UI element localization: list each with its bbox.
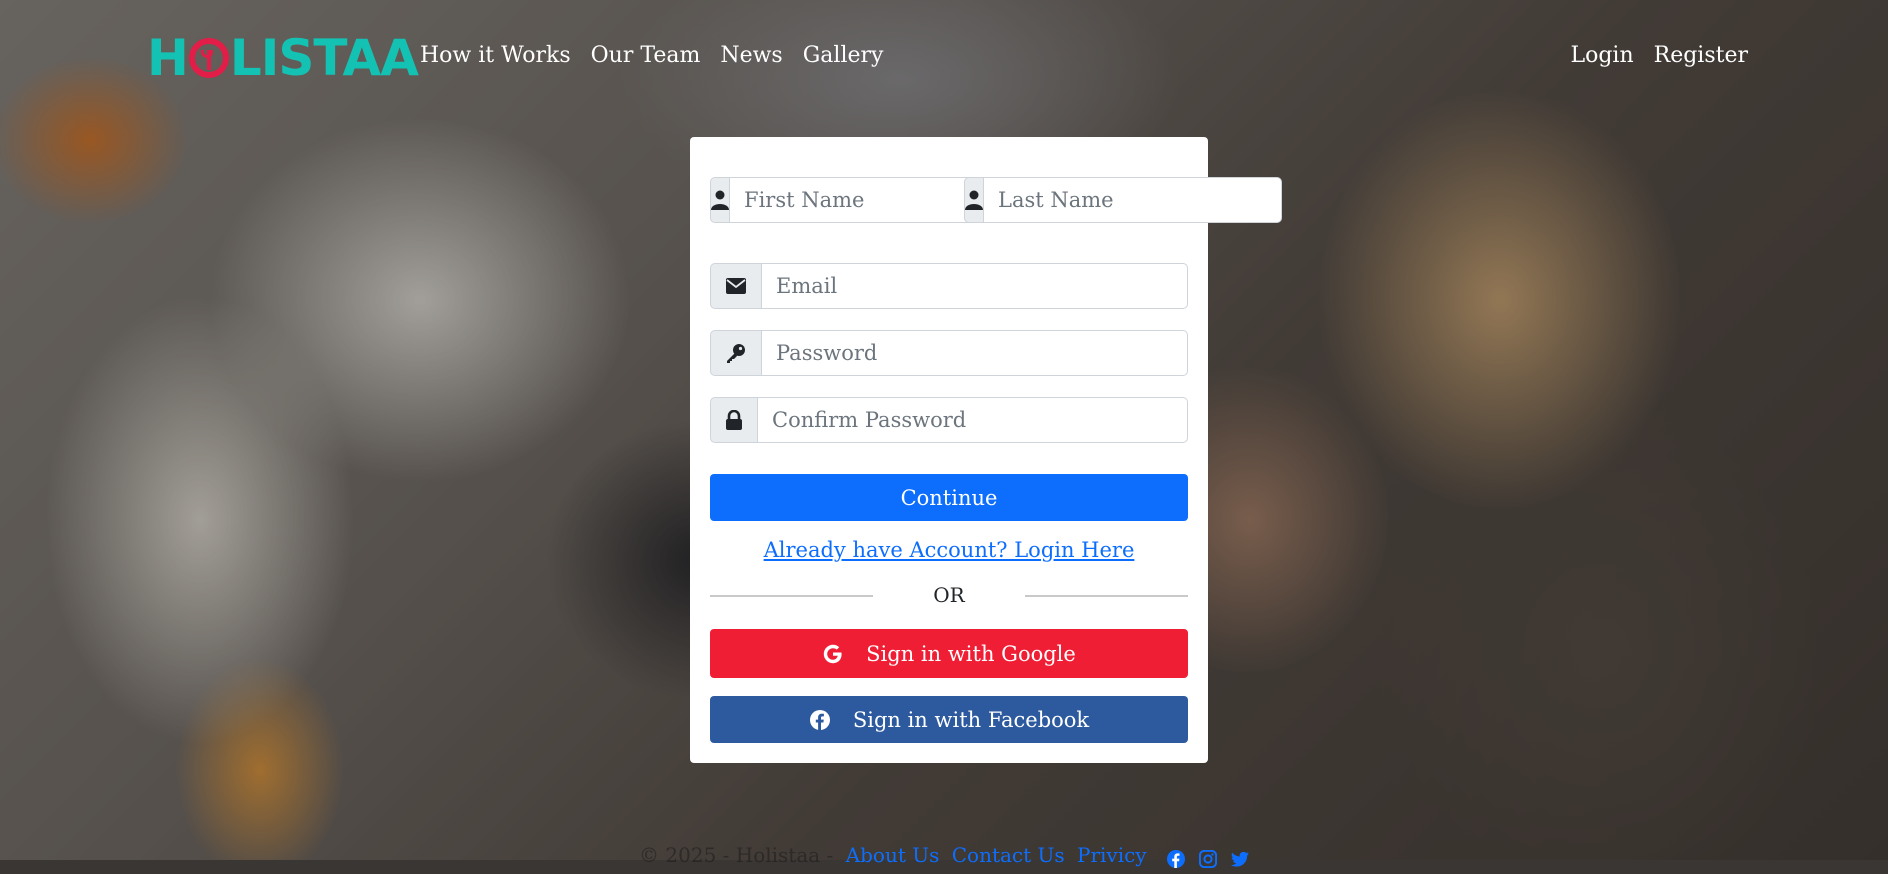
nav-register[interactable]: Register xyxy=(1644,40,1748,72)
footer-privacy[interactable]: Privicy xyxy=(1077,843,1147,867)
nav-links: How it Works Our Team News Gallery xyxy=(420,40,893,72)
nav-gallery[interactable]: Gallery xyxy=(793,40,894,72)
footer-about-us[interactable]: About Us xyxy=(846,843,940,867)
password-input[interactable] xyxy=(762,330,1188,376)
email-group xyxy=(710,263,1188,309)
continue-button[interactable]: Continue xyxy=(710,474,1188,521)
last-name-group xyxy=(964,177,1282,223)
facebook-signin-button[interactable]: Sign in with Facebook xyxy=(710,696,1188,743)
register-card: Continue Already have Account? Login Her… xyxy=(690,137,1282,763)
footer-contact-us[interactable]: Contact Us xyxy=(952,843,1065,867)
login-here-link[interactable]: Already have Account? Login Here xyxy=(690,535,1208,565)
nav-auth-links: Login Register xyxy=(1560,40,1748,72)
nav-how-it-works[interactable]: How it Works xyxy=(420,40,581,72)
nav-login[interactable]: Login xyxy=(1560,40,1643,72)
envelope-icon xyxy=(710,263,762,309)
instagram-icon[interactable] xyxy=(1198,848,1218,868)
last-name-input[interactable] xyxy=(984,177,1282,223)
divider-line-right xyxy=(1025,595,1188,597)
email-input[interactable] xyxy=(762,263,1188,309)
footer: © 2025 - Holistaa - About Us Contact Us … xyxy=(0,842,1888,868)
footer-copyright: © 2025 - Holistaa - xyxy=(639,843,834,867)
google-icon xyxy=(822,643,844,665)
facebook-signin-label: Sign in with Facebook xyxy=(852,707,1090,732)
first-name-group xyxy=(710,177,1028,223)
password-group xyxy=(710,330,1188,376)
confirm-password-input[interactable] xyxy=(758,397,1188,443)
lock-icon xyxy=(710,397,758,443)
nav-news[interactable]: News xyxy=(710,40,792,72)
user-icon xyxy=(710,177,730,223)
key-icon xyxy=(710,330,762,376)
logo-text-start: H xyxy=(147,29,189,87)
confirm-password-group xyxy=(710,397,1188,443)
nav-our-team[interactable]: Our Team xyxy=(581,40,711,72)
facebook-icon[interactable] xyxy=(1166,848,1185,868)
google-signin-button[interactable]: Sign in with Google xyxy=(710,629,1188,678)
logo-text-end: LISTAA xyxy=(229,29,419,87)
logo-o-mark-icon xyxy=(188,38,229,78)
or-divider: OR xyxy=(710,583,1188,607)
footer-social xyxy=(1166,848,1249,868)
user-icon xyxy=(964,177,984,223)
facebook-icon xyxy=(809,709,831,731)
brand-logo[interactable]: H LISTAA xyxy=(147,29,419,87)
google-signin-label: Sign in with Google xyxy=(866,641,1076,666)
twitter-icon[interactable] xyxy=(1230,848,1249,867)
navbar: H LISTAA How it Works Our Team News Galle… xyxy=(0,0,1888,114)
